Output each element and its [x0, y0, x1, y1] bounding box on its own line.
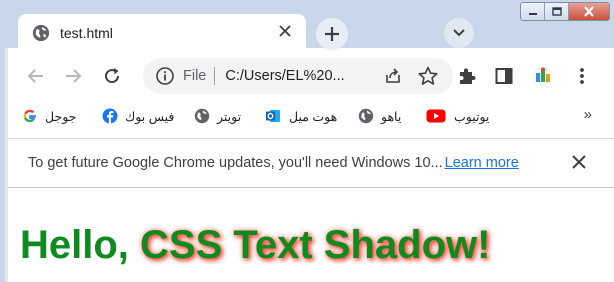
bookmark-label: تويتر [217, 109, 242, 124]
star-icon[interactable] [417, 65, 439, 87]
info-icon[interactable] [155, 66, 175, 86]
arrow-right-icon [66, 69, 82, 83]
puzzle-icon [460, 68, 476, 84]
bookmark-yahoo[interactable]: ياهو [358, 106, 401, 126]
bookmark-label: ياهو [381, 109, 402, 124]
side-panel-button[interactable] [492, 64, 516, 88]
browser-window: test.html File C:/Users/EL%20... جوجل في… [0, 0, 614, 282]
window-controls [520, 2, 610, 21]
bookmark-label: يوتيوب [454, 109, 490, 124]
bookmark-label: هوت ميل [289, 109, 338, 124]
heading-shadow-text: CSS Text Shadow! [140, 223, 491, 267]
globe-icon [32, 24, 50, 42]
learn-more-link[interactable]: Learn more [445, 155, 519, 171]
reload-icon [105, 68, 120, 84]
address-bar[interactable]: File C:/Users/EL%20... [143, 58, 453, 94]
bookmark-hotmail[interactable]: هوت ميل [265, 106, 337, 126]
facebook-icon [102, 108, 118, 124]
chevron-down-icon [453, 29, 465, 37]
back-button[interactable] [24, 64, 48, 88]
menu-button[interactable] [570, 64, 594, 88]
heading-plain-text: Hello, [20, 223, 141, 267]
youtube-icon [426, 109, 446, 123]
bookmarks-overflow-button[interactable]: » [584, 106, 592, 123]
forward-button[interactable] [61, 64, 85, 88]
bookmark-youtube[interactable]: يوتيوب [426, 106, 489, 126]
outlook-icon [266, 110, 280, 122]
bookmark-google[interactable]: جوجل [22, 106, 76, 126]
update-infobar: To get future Google Chrome updates, you… [8, 138, 614, 188]
kebab-menu-icon [580, 68, 584, 84]
url-text[interactable]: C:/Users/EL%20... [215, 68, 344, 84]
bookmark-label: جوجل [45, 109, 77, 124]
profile-button[interactable] [531, 64, 555, 88]
google-icon [23, 109, 36, 123]
bookmark-facebook[interactable]: فيس بوك [102, 106, 174, 126]
side-panel-icon [495, 68, 513, 84]
reload-button[interactable] [100, 64, 124, 88]
close-icon [584, 6, 594, 17]
maximize-button[interactable] [545, 3, 569, 20]
url-scheme: File [183, 67, 216, 85]
bookmarks-bar: جوجل فيس بوك تويتر هوت ميل ياهو يوتيوب » [8, 100, 614, 132]
plus-icon [325, 27, 339, 41]
extensions-button[interactable] [455, 64, 479, 88]
tab-title: test.html [60, 25, 113, 41]
new-tab-button[interactable] [316, 18, 348, 50]
browser-toolbar: File C:/Users/EL%20... [8, 52, 614, 100]
page-content: Hello, CSS Text Shadow! [8, 189, 614, 282]
close-window-button[interactable] [569, 3, 609, 20]
share-icon[interactable] [383, 66, 403, 86]
infobar-message: To get future Google Chrome updates, you… [28, 155, 443, 171]
tab-close-button[interactable] [276, 24, 294, 42]
close-icon [279, 25, 291, 37]
avatar [533, 66, 553, 86]
globe-icon [194, 108, 210, 124]
minimize-icon [528, 12, 537, 15]
tab-active[interactable]: test.html [18, 14, 306, 52]
bookmark-twitter[interactable]: تويتر [194, 106, 241, 126]
bookmark-label: فيس بوك [125, 109, 175, 124]
minimize-button[interactable] [521, 3, 545, 20]
page-heading: Hello, CSS Text Shadow! [20, 223, 490, 268]
tab-search-button[interactable] [444, 18, 474, 48]
close-icon[interactable] [570, 153, 588, 171]
maximize-icon [551, 6, 562, 16]
arrow-left-icon [27, 69, 43, 83]
globe-icon [358, 108, 374, 124]
